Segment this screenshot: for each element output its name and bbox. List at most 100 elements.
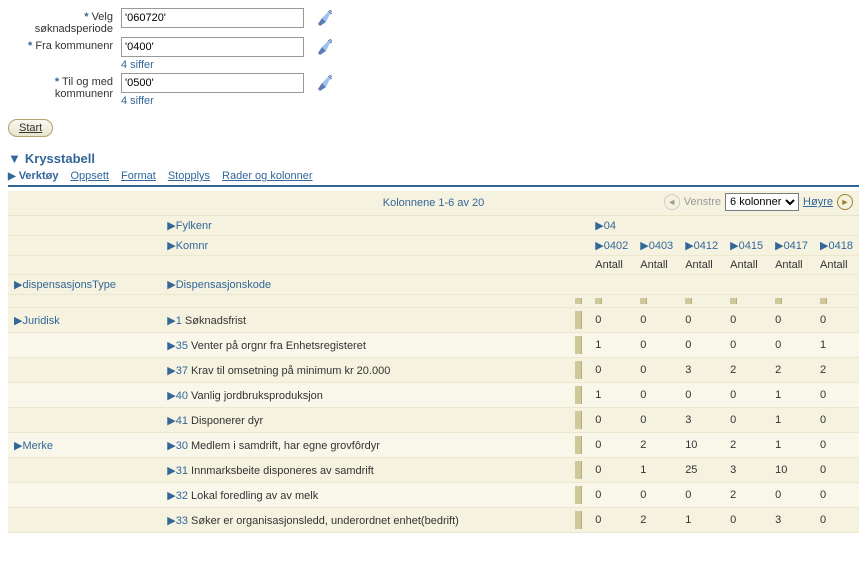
komnr-col[interactable]: ▶0412 <box>679 236 724 256</box>
data-cell: 0 <box>589 508 634 533</box>
data-cell: 0 <box>589 458 634 483</box>
data-cell: 3 <box>679 408 724 433</box>
data-cell: 2 <box>724 433 769 458</box>
data-cell: 3 <box>679 358 724 383</box>
crosstab-toolbar: ▶Verktøy Oppsett Format Stopplys Rader o… <box>8 170 859 187</box>
data-cell: 0 <box>724 508 769 533</box>
data-cell: 0 <box>634 333 679 358</box>
toolbar-format[interactable]: Format <box>121 170 156 182</box>
toolbar-verktoy[interactable]: ▶Verktøy <box>8 170 58 182</box>
komnr-header[interactable]: ▶Komnr <box>167 240 208 252</box>
data-cell: 1 <box>769 433 814 458</box>
group-type[interactable]: ▶Merke <box>8 433 161 458</box>
data-cell: 25 <box>679 458 724 483</box>
data-cell: 0 <box>814 408 859 433</box>
antall-header: Antall <box>634 256 679 275</box>
column-pager: Kolonnene 1-6 av 20 ◄ Venstre 6 kolonner… <box>8 191 859 216</box>
data-cell: 0 <box>679 383 724 408</box>
data-cell: 3 <box>769 508 814 533</box>
to-input[interactable] <box>121 73 304 93</box>
row-code[interactable]: ▶30 Medlem i samdrift, har egne grovfôrd… <box>161 433 569 458</box>
data-cell: 3 <box>724 458 769 483</box>
pager-right-label[interactable]: Høyre <box>803 196 833 208</box>
data-cell: 1 <box>589 383 634 408</box>
data-cell: 0 <box>589 483 634 508</box>
row-code[interactable]: ▶35 Venter på orgnr fra Enhetsregisteret <box>161 333 569 358</box>
toolbar-stopplys[interactable]: Stopplys <box>168 170 210 182</box>
table-row: ▶41 Disponerer dyr003010 <box>8 408 859 433</box>
row-code[interactable]: ▶37 Krav til omsetning på minimum kr 20.… <box>161 358 569 383</box>
pager-left-icon: ◄ <box>664 194 680 210</box>
data-cell: 0 <box>814 383 859 408</box>
table-row: ▶Juridisk▶1 Søknadsfrist000000 <box>8 308 859 333</box>
komnr-col[interactable]: ▶0402 <box>589 236 634 256</box>
data-cell: 2 <box>724 358 769 383</box>
flashlight-icon[interactable] <box>316 75 332 91</box>
triangle-right-icon: ▶ <box>8 171 16 182</box>
antall-header: Antall <box>724 256 769 275</box>
data-cell: 0 <box>589 308 634 333</box>
data-cell: 1 <box>634 458 679 483</box>
toolbar-oppsett[interactable]: Oppsett <box>70 170 109 182</box>
pager-columns-select[interactable]: 6 kolonner <box>725 193 799 211</box>
data-cell: 0 <box>814 458 859 483</box>
data-cell: 1 <box>769 383 814 408</box>
data-cell: 0 <box>814 483 859 508</box>
from-hint: 4 siffer <box>121 59 332 71</box>
row-code[interactable]: ▶1 Søknadsfrist <box>161 308 569 333</box>
data-cell: 1 <box>769 408 814 433</box>
disp-kode-header[interactable]: ▶Dispensasjonskode <box>161 275 569 295</box>
data-cell: 0 <box>634 408 679 433</box>
row-code[interactable]: ▶32 Lokal foredling av av melk <box>161 483 569 508</box>
antall-header: Antall <box>679 256 724 275</box>
data-cell: 0 <box>724 408 769 433</box>
fylkenr-header[interactable]: ▶Fylkenr <box>167 220 212 232</box>
data-cell: 0 <box>634 383 679 408</box>
filter-form: * Velg søknadsperiode * Fra kommunenr 4 … <box>8 8 859 107</box>
pager-range: Kolonnene 1-6 av 20 <box>383 197 485 209</box>
fylkenr-value[interactable]: ▶04 <box>589 216 859 236</box>
data-cell: 1 <box>814 333 859 358</box>
data-cell: 0 <box>814 308 859 333</box>
data-cell: 1 <box>589 333 634 358</box>
flashlight-icon[interactable] <box>316 39 332 55</box>
komnr-col[interactable]: ▶0403 <box>634 236 679 256</box>
data-cell: 0 <box>724 383 769 408</box>
pager-right-icon[interactable]: ► <box>837 194 853 210</box>
row-code[interactable]: ▶31 Innmarksbeite disponeres av samdrift <box>161 458 569 483</box>
table-row: ▶Merke▶30 Medlem i samdrift, har egne gr… <box>8 433 859 458</box>
data-cell: 10 <box>769 458 814 483</box>
data-cell: 1 <box>679 508 724 533</box>
period-input[interactable] <box>121 8 304 28</box>
data-cell: 0 <box>679 333 724 358</box>
from-label: * Fra kommunenr <box>8 37 121 52</box>
from-input[interactable] <box>121 37 304 57</box>
data-cell: 0 <box>634 483 679 508</box>
flashlight-icon[interactable] <box>316 10 332 26</box>
komnr-col[interactable]: ▶0418 <box>814 236 859 256</box>
data-cell: 0 <box>634 308 679 333</box>
disp-type-header[interactable]: ▶dispensasjonsType <box>8 275 161 295</box>
table-row: ▶40 Vanlig jordbruksproduksjon100010 <box>8 383 859 408</box>
toolbar-rader[interactable]: Rader og kolonner <box>222 170 313 182</box>
crosstab-title: ▼ Krysstabell <box>8 151 859 166</box>
table-row: ▶31 Innmarksbeite disponeres av samdrift… <box>8 458 859 483</box>
triangle-down-icon: ▼ <box>8 151 21 166</box>
data-cell: 0 <box>814 508 859 533</box>
komnr-col[interactable]: ▶0415 <box>724 236 769 256</box>
start-button[interactable]: Start <box>8 119 53 137</box>
row-code[interactable]: ▶40 Vanlig jordbruksproduksjon <box>161 383 569 408</box>
row-code[interactable]: ▶33 Søker er organisasjonsledd, underord… <box>161 508 569 533</box>
data-cell: 0 <box>634 358 679 383</box>
data-cell: 0 <box>589 408 634 433</box>
data-cell: 2 <box>634 508 679 533</box>
group-type[interactable]: ▶Juridisk <box>8 308 161 333</box>
row-code[interactable]: ▶41 Disponerer dyr <box>161 408 569 433</box>
table-row: ▶33 Søker er organisasjonsledd, underord… <box>8 508 859 533</box>
data-cell: 0 <box>814 433 859 458</box>
antall-header: Antall <box>769 256 814 275</box>
table-row: ▶32 Lokal foredling av av melk000200 <box>8 483 859 508</box>
data-cell: 0 <box>769 483 814 508</box>
komnr-col[interactable]: ▶0417 <box>769 236 814 256</box>
period-label: * Velg søknadsperiode <box>8 8 121 35</box>
